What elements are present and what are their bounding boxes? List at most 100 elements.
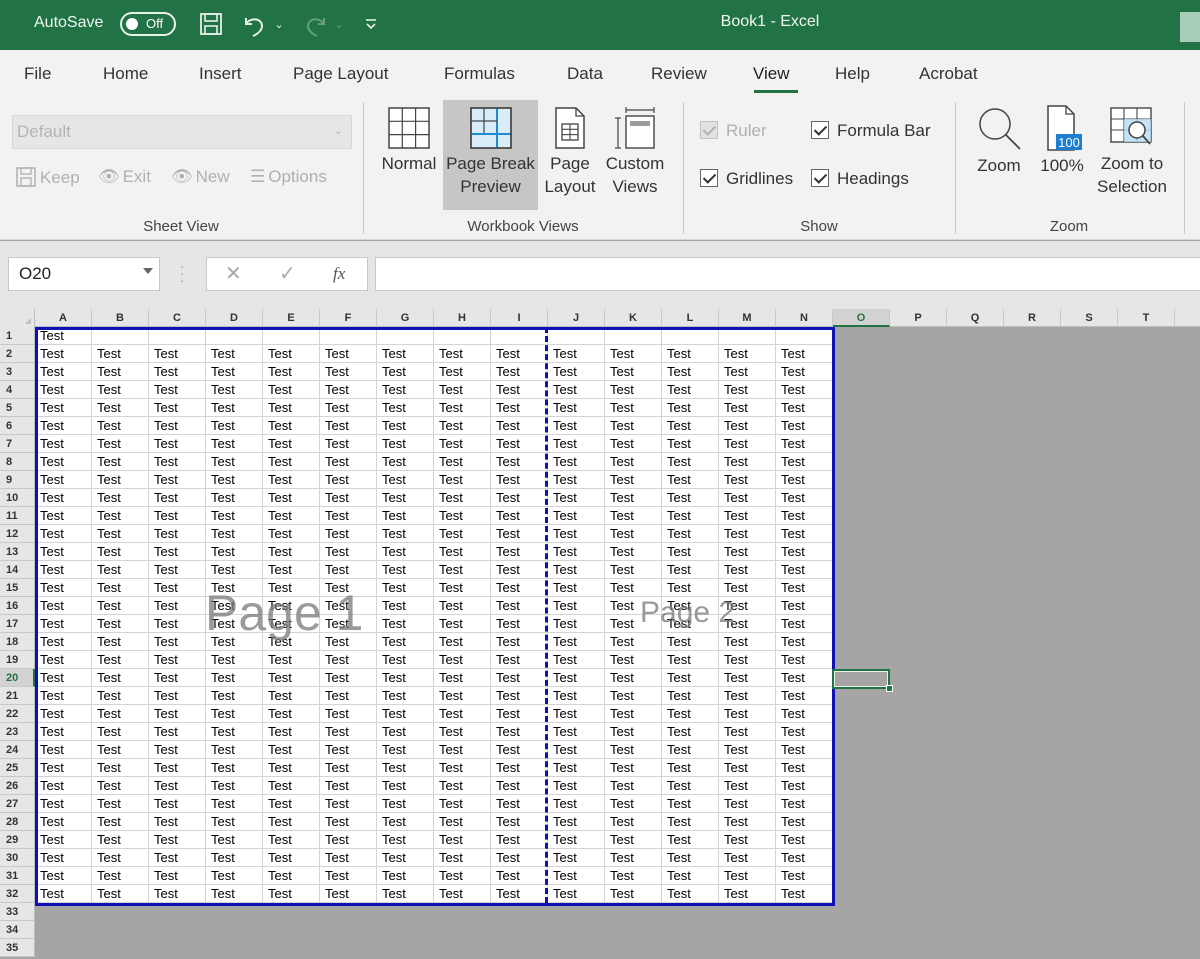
cell-b9[interactable]: Test	[92, 471, 149, 489]
cell-c31[interactable]: Test	[149, 867, 206, 885]
cell-m31[interactable]: Test	[719, 867, 776, 885]
cell-a17[interactable]: Test	[35, 615, 92, 633]
cell-h19[interactable]: Test	[434, 651, 491, 669]
cell-i26[interactable]: Test	[491, 777, 548, 795]
cell-f9[interactable]: Test	[320, 471, 377, 489]
cell-m8[interactable]: Test	[719, 453, 776, 471]
cell-f21[interactable]: Test	[320, 687, 377, 705]
cell-j5[interactable]: Test	[548, 399, 605, 417]
cell-i16[interactable]: Test	[491, 597, 548, 615]
cell-h15[interactable]: Test	[434, 579, 491, 597]
cell-c23[interactable]: Test	[149, 723, 206, 741]
chevron-down-icon[interactable]	[143, 268, 153, 274]
cell-f31[interactable]: Test	[320, 867, 377, 885]
row-header-28[interactable]: 28	[0, 813, 35, 831]
cell-j3[interactable]: Test	[548, 363, 605, 381]
cell-g21[interactable]: Test	[377, 687, 434, 705]
cell-k28[interactable]: Test	[605, 813, 662, 831]
cell-g28[interactable]: Test	[377, 813, 434, 831]
tab-home[interactable]: Home	[103, 64, 148, 84]
cell-i3[interactable]: Test	[491, 363, 548, 381]
cell-g17[interactable]: Test	[377, 615, 434, 633]
cell-b19[interactable]: Test	[92, 651, 149, 669]
cell-g10[interactable]: Test	[377, 489, 434, 507]
cell-m2[interactable]: Test	[719, 345, 776, 363]
cell-i21[interactable]: Test	[491, 687, 548, 705]
cell-d5[interactable]: Test	[206, 399, 263, 417]
cell-e5[interactable]: Test	[263, 399, 320, 417]
cell-m27[interactable]: Test	[719, 795, 776, 813]
cell-n29[interactable]: Test	[776, 831, 833, 849]
cell-e30[interactable]: Test	[263, 849, 320, 867]
row-header-2[interactable]: 2	[0, 345, 35, 363]
cell-l12[interactable]: Test	[662, 525, 719, 543]
cell-h23[interactable]: Test	[434, 723, 491, 741]
cell-i25[interactable]: Test	[491, 759, 548, 777]
cell-c15[interactable]: Test	[149, 579, 206, 597]
cell-m11[interactable]: Test	[719, 507, 776, 525]
cell-l26[interactable]: Test	[662, 777, 719, 795]
cell-g15[interactable]: Test	[377, 579, 434, 597]
cell-h31[interactable]: Test	[434, 867, 491, 885]
cell-i5[interactable]: Test	[491, 399, 548, 417]
cell-d32[interactable]: Test	[206, 885, 263, 903]
cell-c30[interactable]: Test	[149, 849, 206, 867]
cell-h8[interactable]: Test	[434, 453, 491, 471]
cell-l13[interactable]: Test	[662, 543, 719, 561]
cell-d13[interactable]: Test	[206, 543, 263, 561]
cell-h10[interactable]: Test	[434, 489, 491, 507]
cell-d29[interactable]: Test	[206, 831, 263, 849]
cell-n30[interactable]: Test	[776, 849, 833, 867]
cell-e15[interactable]: Test	[263, 579, 320, 597]
cell-j32[interactable]: Test	[548, 885, 605, 903]
cell-e7[interactable]: Test	[263, 435, 320, 453]
custom-views-button[interactable]: Custom Views	[602, 100, 668, 210]
cell-m3[interactable]: Test	[719, 363, 776, 381]
cell-j19[interactable]: Test	[548, 651, 605, 669]
cell-j28[interactable]: Test	[548, 813, 605, 831]
column-header-i[interactable]: I	[491, 309, 548, 327]
cell-g25[interactable]: Test	[377, 759, 434, 777]
cell-h27[interactable]: Test	[434, 795, 491, 813]
cell-b28[interactable]: Test	[92, 813, 149, 831]
cell-i4[interactable]: Test	[491, 381, 548, 399]
cell-d4[interactable]: Test	[206, 381, 263, 399]
cell-m28[interactable]: Test	[719, 813, 776, 831]
cell-a21[interactable]: Test	[35, 687, 92, 705]
cell-h9[interactable]: Test	[434, 471, 491, 489]
cell-a14[interactable]: Test	[35, 561, 92, 579]
cell-g30[interactable]: Test	[377, 849, 434, 867]
cell-m23[interactable]: Test	[719, 723, 776, 741]
cell-e16[interactable]: Test	[263, 597, 320, 615]
cell-c8[interactable]: Test	[149, 453, 206, 471]
cell-g14[interactable]: Test	[377, 561, 434, 579]
cell-h21[interactable]: Test	[434, 687, 491, 705]
cell-i8[interactable]: Test	[491, 453, 548, 471]
cell-d24[interactable]: Test	[206, 741, 263, 759]
cell-l32[interactable]: Test	[662, 885, 719, 903]
cell-k7[interactable]: Test	[605, 435, 662, 453]
cell-f18[interactable]: Test	[320, 633, 377, 651]
cell-i29[interactable]: Test	[491, 831, 548, 849]
cell-i32[interactable]: Test	[491, 885, 548, 903]
row-header-5[interactable]: 5	[0, 399, 35, 417]
cell-k3[interactable]: Test	[605, 363, 662, 381]
cell-n21[interactable]: Test	[776, 687, 833, 705]
cell-j15[interactable]: Test	[548, 579, 605, 597]
cell-n26[interactable]: Test	[776, 777, 833, 795]
cell-j1[interactable]	[548, 327, 605, 345]
cell-l16[interactable]: Test	[662, 597, 719, 615]
cell-c32[interactable]: Test	[149, 885, 206, 903]
row-header-10[interactable]: 10	[0, 489, 35, 507]
cell-j13[interactable]: Test	[548, 543, 605, 561]
zoom-to-selection-button[interactable]: Zoom to Selection	[1094, 100, 1170, 210]
cell-e26[interactable]: Test	[263, 777, 320, 795]
cell-f2[interactable]: Test	[320, 345, 377, 363]
row-header-1[interactable]: 1	[0, 327, 35, 345]
cell-k4[interactable]: Test	[605, 381, 662, 399]
zoom-100-button[interactable]: 100 100%	[1036, 100, 1088, 210]
cell-m21[interactable]: Test	[719, 687, 776, 705]
column-header-a[interactable]: A	[35, 309, 92, 327]
cell-k31[interactable]: Test	[605, 867, 662, 885]
cell-k27[interactable]: Test	[605, 795, 662, 813]
